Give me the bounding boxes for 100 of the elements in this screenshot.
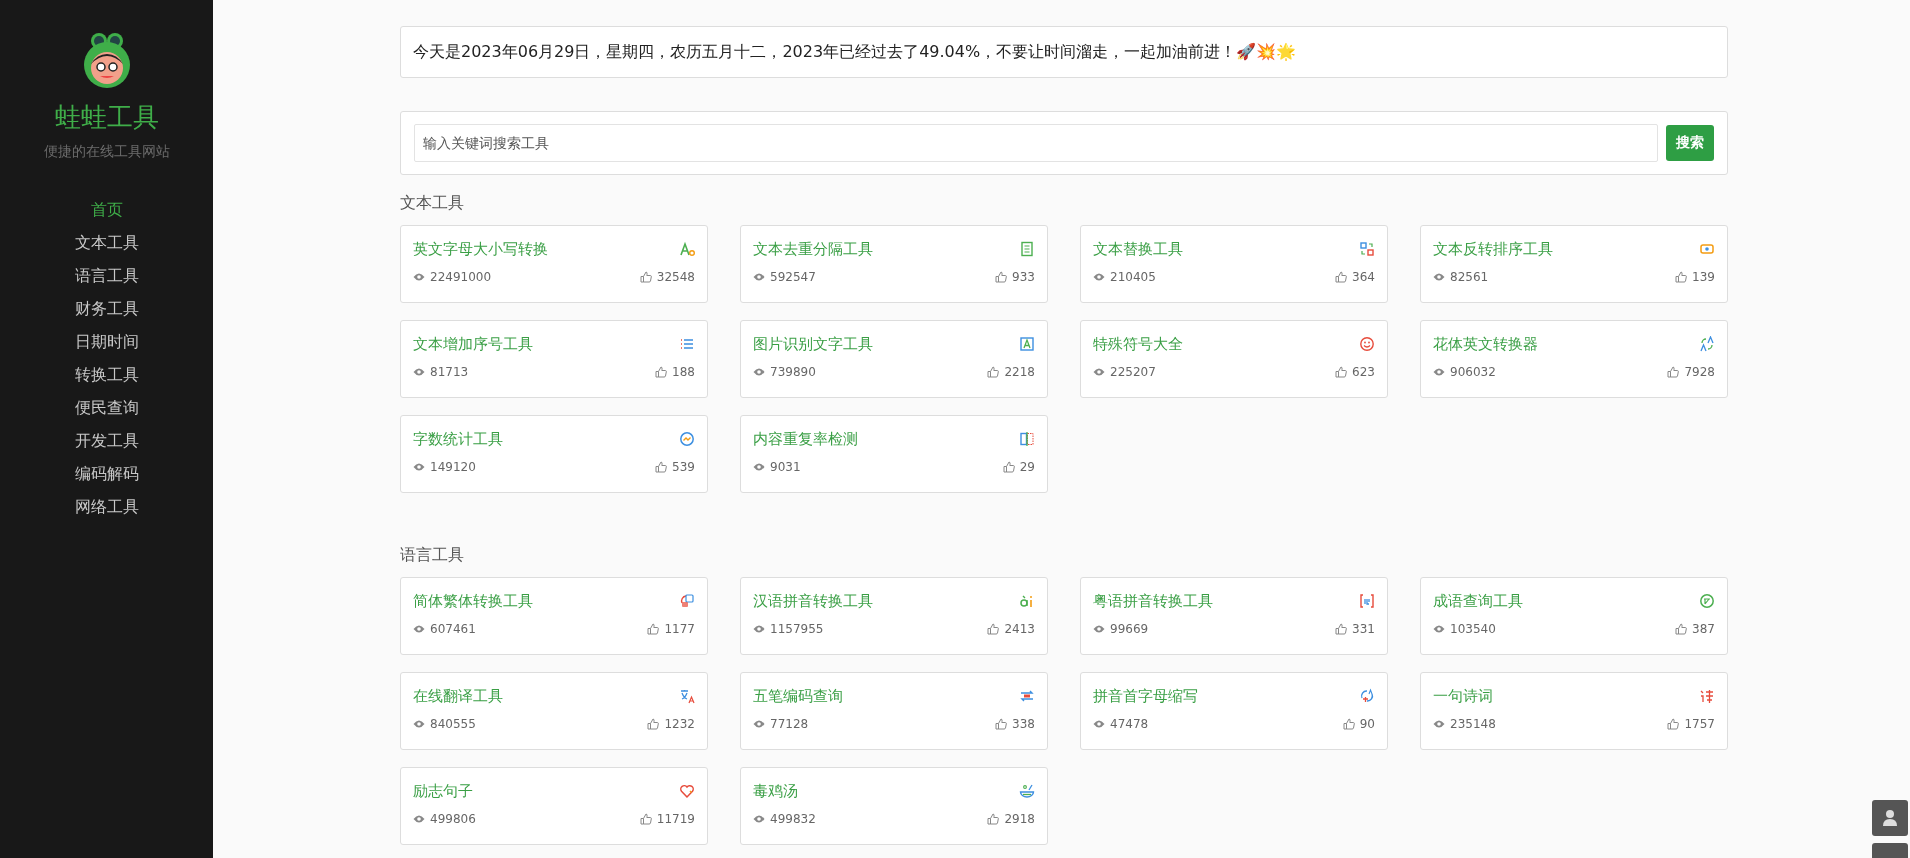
- view-count: 9031: [770, 460, 801, 474]
- tool-name[interactable]: 花体英文转换器: [1433, 334, 1538, 354]
- rotate-icon: [1699, 241, 1715, 257]
- tool-card[interactable]: 文本增加序号工具 81713 188: [400, 320, 708, 398]
- nav-link[interactable]: 开发工具: [74, 428, 139, 453]
- tool-name[interactable]: 文本反转排序工具: [1433, 239, 1553, 259]
- thumbs-up-icon: [987, 623, 1000, 635]
- view-count: 82561: [1450, 270, 1489, 284]
- nav-link[interactable]: 网络工具: [74, 494, 139, 519]
- compare-icon: [1019, 431, 1035, 447]
- image-text-icon: [1019, 336, 1035, 352]
- tool-name[interactable]: 在线翻译工具: [413, 686, 503, 706]
- like-count: 539: [672, 460, 695, 474]
- search-button[interactable]: 搜索: [1666, 125, 1714, 161]
- thumbs-up-icon: [639, 813, 652, 825]
- thumbs-up-icon: [1335, 271, 1348, 283]
- like-count: 623: [1352, 365, 1375, 379]
- tool-card[interactable]: 字数统计工具 149120 539: [400, 415, 708, 493]
- tool-name[interactable]: 图片识别文字工具: [753, 334, 873, 354]
- tool-card[interactable]: 汉语拼音转换工具 1157955 2413: [740, 577, 1048, 655]
- tool-name[interactable]: 文本去重分隔工具: [753, 239, 873, 259]
- eye-icon: [1093, 718, 1105, 730]
- eye-icon: [413, 366, 425, 378]
- search-field[interactable]: 输入关键词搜索工具: [414, 124, 1658, 162]
- tool-card[interactable]: 特殊符号大全 225207 623: [1080, 320, 1388, 398]
- tool-card[interactable]: 成语查询工具 103540 387: [1420, 577, 1728, 655]
- eye-icon: [1093, 271, 1105, 283]
- tool-name[interactable]: 一句诗词: [1433, 686, 1493, 706]
- user-button[interactable]: [1872, 800, 1908, 836]
- fancy-letters-icon: [1699, 336, 1715, 352]
- tool-card[interactable]: 拼音首字母缩写 47478 90: [1080, 672, 1388, 750]
- like-count: 1177: [664, 622, 695, 636]
- tool-card[interactable]: 五笔编码查询 77128 338: [740, 672, 1048, 750]
- smiley-icon: [1359, 336, 1375, 352]
- thumbs-up-icon: [1002, 461, 1015, 473]
- tool-name[interactable]: 汉语拼音转换工具: [753, 591, 873, 611]
- tool-name[interactable]: 特殊符号大全: [1093, 334, 1183, 354]
- tool-card[interactable]: 简体繁体转换工具 607461 1177: [400, 577, 708, 655]
- view-count: 47478: [1110, 717, 1149, 731]
- tool-card[interactable]: 文本替换工具 210405 364: [1080, 225, 1388, 303]
- tool-name[interactable]: 毒鸡汤: [753, 781, 798, 801]
- translate-icon: [679, 688, 695, 704]
- nav-link[interactable]: 财务工具: [74, 296, 139, 321]
- like-count: 1232: [664, 717, 695, 731]
- tool-card[interactable]: 励志句子 499806 11719: [400, 767, 708, 845]
- view-count: 77128: [770, 717, 809, 731]
- swap-squares-icon: [1359, 241, 1375, 257]
- like-count: 2413: [1004, 622, 1035, 636]
- tool-name[interactable]: 英文字母大小写转换: [413, 239, 548, 259]
- tool-name[interactable]: 成语查询工具: [1433, 591, 1523, 611]
- poem-icon: [1699, 688, 1715, 704]
- tool-name[interactable]: 五笔编码查询: [753, 686, 843, 706]
- tool-card[interactable]: 图片识别文字工具 739890 2218: [740, 320, 1048, 398]
- like-count: 2218: [1004, 365, 1035, 379]
- nav-link[interactable]: 编码解码: [74, 461, 139, 486]
- like-count: 2918: [1004, 812, 1035, 826]
- nav-link[interactable]: 日期时间: [74, 329, 139, 354]
- date-banner: 今天是2023年06月29日，星期四，农历五月十二，2023年已经过去了49.04%，不要让时间溜走，一起加油前进！🚀💥🌟: [400, 26, 1728, 78]
- bowl-icon: [1019, 783, 1035, 799]
- nav-link[interactable]: 转换工具: [74, 362, 139, 387]
- tool-name[interactable]: 文本替换工具: [1093, 239, 1183, 259]
- eye-icon: [413, 271, 425, 283]
- view-count: 210405: [1110, 270, 1156, 284]
- nav-link[interactable]: 语言工具: [74, 263, 139, 288]
- tool-name[interactable]: 拼音首字母缩写: [1093, 686, 1198, 706]
- nav-link[interactable]: 便民查询: [74, 395, 139, 420]
- eye-icon: [753, 271, 765, 283]
- tool-card[interactable]: 一句诗词 235148 1757: [1420, 672, 1728, 750]
- nav-link[interactable]: 文本工具: [74, 230, 139, 255]
- tool-name[interactable]: 粤语拼音转换工具: [1093, 591, 1213, 611]
- eye-icon: [413, 461, 425, 473]
- tool-card[interactable]: 英文字母大小写转换 22491000 32548: [400, 225, 708, 303]
- eye-icon: [413, 718, 425, 730]
- tool-card[interactable]: 在线翻译工具 840555 1232: [400, 672, 708, 750]
- thumbs-up-icon: [639, 271, 652, 283]
- tool-card[interactable]: 文本反转排序工具 82561 139: [1420, 225, 1728, 303]
- thumbs-up-icon: [1342, 718, 1355, 730]
- eye-icon: [753, 718, 765, 730]
- like-count: 364: [1352, 270, 1375, 284]
- tool-card[interactable]: 内容重复率检测 9031 29: [740, 415, 1048, 493]
- like-count: 11719: [656, 812, 695, 826]
- thumbs-up-icon: [1667, 366, 1680, 378]
- chart-circle-icon: [679, 431, 695, 447]
- tool-card[interactable]: 文本去重分隔工具 592547 933: [740, 225, 1048, 303]
- thumbs-up-icon: [655, 461, 668, 473]
- like-count: 7928: [1684, 365, 1715, 379]
- tool-name[interactable]: 简体繁体转换工具: [413, 591, 533, 611]
- tool-name[interactable]: 励志句子: [413, 781, 473, 801]
- tool-name[interactable]: 文本增加序号工具: [413, 334, 533, 354]
- nav-link[interactable]: 首页: [90, 197, 123, 222]
- tool-card[interactable]: 粤语拼音转换工具 99669 331: [1080, 577, 1388, 655]
- like-count: 90: [1359, 717, 1375, 731]
- tool-name[interactable]: 内容重复率检测: [753, 429, 858, 449]
- tool-name[interactable]: 字数统计工具: [413, 429, 503, 449]
- view-count: 1157955: [770, 622, 824, 636]
- view-count: 906032: [1450, 365, 1496, 379]
- tool-card[interactable]: 毒鸡汤 499832 2918: [740, 767, 1048, 845]
- like-count: 331: [1352, 622, 1375, 636]
- tool-card[interactable]: 花体英文转换器 906032 7928: [1420, 320, 1728, 398]
- view-count: 99669: [1110, 622, 1149, 636]
